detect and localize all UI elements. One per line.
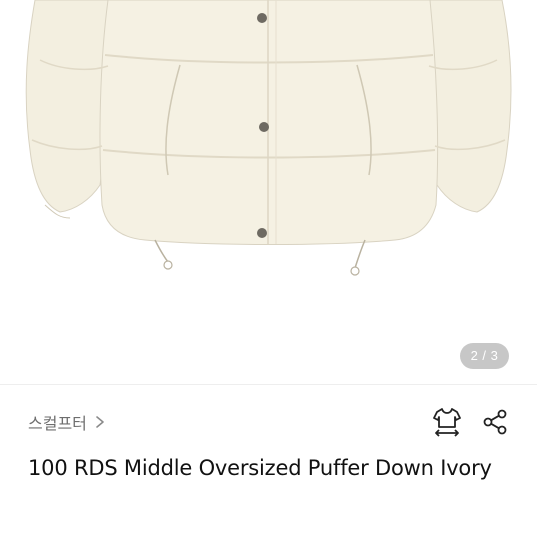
share-button[interactable] (480, 406, 510, 438)
share-icon (483, 409, 507, 435)
image-page-indicator: 2 / 3 (460, 343, 509, 369)
divider (0, 384, 537, 385)
shop-link[interactable]: 스컬프터 (28, 410, 107, 434)
size-guide-button[interactable] (432, 406, 462, 438)
product-image-gallery[interactable]: 2 / 3 (0, 0, 537, 385)
shop-name: 스컬프터 (28, 414, 87, 433)
product-image (25, 0, 512, 276)
product-actions (432, 406, 510, 438)
chevron-right-icon (96, 416, 104, 428)
product-title: 100 RDS Middle Oversized Puffer Down Ivo… (28, 456, 492, 480)
tshirt-size-icon (433, 408, 461, 437)
